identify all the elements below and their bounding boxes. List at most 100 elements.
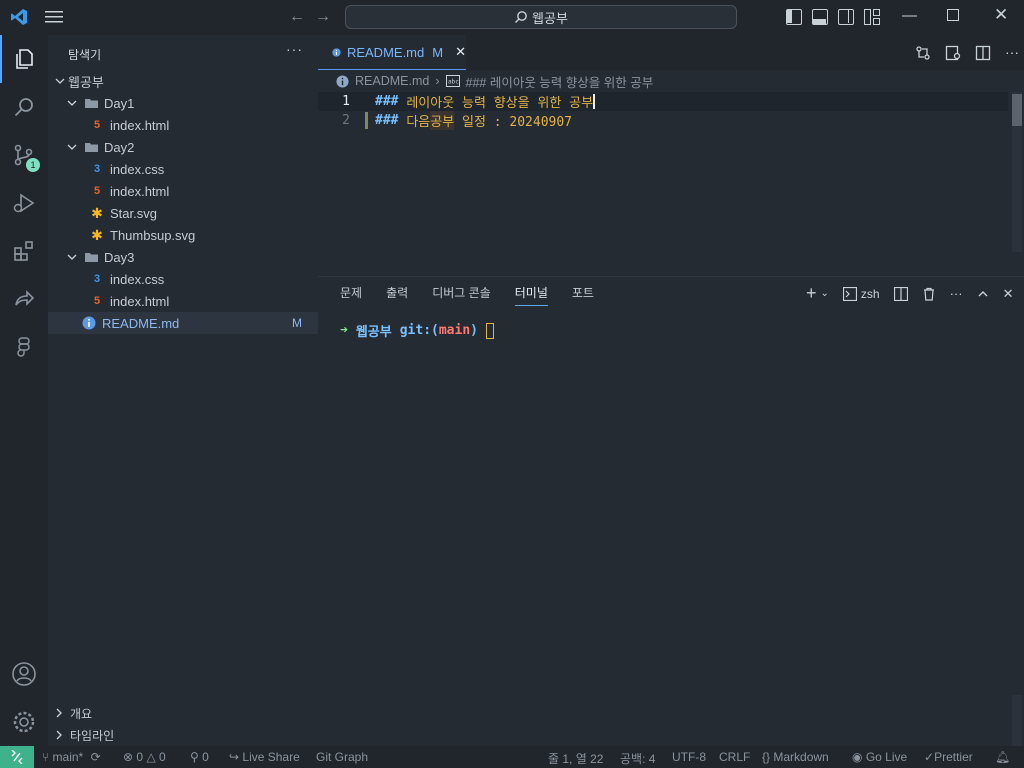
- tab-debug-console[interactable]: 디버그 콘솔: [432, 284, 491, 306]
- menu-icon[interactable]: [45, 10, 63, 24]
- breadcrumb-symbol[interactable]: ### 레이아웃 능력 향상을 위한 공부: [466, 72, 654, 91]
- tree-item-label: Star.svg: [110, 205, 157, 221]
- git-graph-status[interactable]: Git Graph: [316, 750, 368, 764]
- minimize-icon[interactable]: —: [902, 7, 917, 24]
- tree-file-index-css[interactable]: 3 index.css: [48, 268, 318, 290]
- split-editor-icon[interactable]: [975, 45, 991, 61]
- tab-problems[interactable]: 문제: [340, 284, 362, 306]
- modified-badge: M: [292, 316, 302, 330]
- branch-status[interactable]: ⑂ main* ⟳: [42, 750, 101, 764]
- prompt-git-close: ): [470, 323, 478, 338]
- code-editor[interactable]: 1 ### 레이아웃 능력 향상을 위한 공부 2 ### 다음 공부 일정 :…: [318, 92, 1024, 262]
- chevron-down-icon: [55, 78, 65, 84]
- toggle-secondary-sidebar-icon[interactable]: [838, 9, 854, 25]
- tree-file-thumbsup-svg[interactable]: ✱ Thumbsup.svg: [48, 224, 318, 246]
- terminal-cursor: [486, 322, 494, 339]
- account-icon[interactable]: [0, 650, 48, 698]
- toggle-primary-sidebar-icon[interactable]: [786, 9, 802, 25]
- tree-file-star-svg[interactable]: ✱ Star.svg: [48, 202, 318, 224]
- close-panel-icon[interactable]: ✕: [1003, 286, 1014, 302]
- tab-output[interactable]: 출력: [386, 284, 408, 306]
- folder-open-icon: [85, 253, 98, 262]
- sync-icon[interactable]: ⟳: [91, 750, 101, 764]
- explorer-sidebar: 탐색기 ··· 웹공부 Day1 5 index.html Day2 3 ind…: [48, 35, 318, 746]
- tree-file-index-html[interactable]: 5 index.html: [48, 114, 318, 136]
- editor-scrollbar-thumb[interactable]: [1012, 94, 1022, 126]
- prettier-status[interactable]: ✓Prettier: [924, 750, 973, 764]
- tree-folder-day1[interactable]: Day1: [48, 92, 318, 114]
- check-icon: ✓: [924, 750, 935, 764]
- heading-text: 다음: [406, 115, 431, 130]
- svg-file-icon: ✱: [91, 204, 103, 221]
- language-status[interactable]: {} Markdown: [762, 750, 829, 764]
- panel-scrollbar[interactable]: [1012, 695, 1022, 747]
- terminal-shell-selector[interactable]: zsh: [842, 286, 880, 301]
- panel-more-icon[interactable]: ···: [950, 286, 963, 301]
- tab-modified-indicator: M: [432, 44, 444, 60]
- figma-icon[interactable]: [0, 323, 48, 371]
- search-icon: [515, 11, 527, 23]
- remote-indicator[interactable]: [0, 746, 34, 768]
- scm-badge: 1: [26, 158, 40, 172]
- live-share-status[interactable]: ↪ Live Share: [229, 750, 300, 764]
- timeline-section[interactable]: 타임라인: [48, 724, 318, 746]
- prompt-git: git:(: [399, 323, 439, 338]
- problems-status[interactable]: ⊗ 0 △ 0: [123, 750, 166, 764]
- source-control-icon[interactable]: 1: [0, 131, 48, 179]
- new-terminal-icon[interactable]: +: [806, 283, 817, 304]
- trash-icon[interactable]: [922, 287, 936, 301]
- heading-text: 일정 : 20240907: [454, 115, 572, 130]
- eol-status[interactable]: CRLF: [719, 750, 750, 764]
- heading-text: 레이아웃 능력 향상을 위한 공부: [406, 96, 594, 111]
- chevron-right-icon: [56, 708, 62, 718]
- tab-terminal[interactable]: 터미널: [514, 284, 548, 306]
- split-terminal-icon[interactable]: [893, 286, 908, 301]
- chevron-right-icon: [56, 730, 62, 740]
- tree-file-readme[interactable]: README.md M: [48, 312, 318, 334]
- forward-arrow-icon[interactable]: →: [315, 8, 331, 26]
- explorer-icon[interactable]: [0, 35, 48, 83]
- encoding-status[interactable]: UTF-8: [672, 750, 706, 764]
- tab-readme[interactable]: README.md M ✕: [318, 35, 466, 70]
- tab-ports[interactable]: 포트: [572, 284, 594, 306]
- warning-icon: △: [146, 750, 156, 764]
- back-arrow-icon[interactable]: ←: [289, 8, 305, 26]
- open-preview-icon[interactable]: [945, 45, 961, 61]
- cursor-position[interactable]: 줄 1, 열 22: [548, 750, 603, 767]
- open-changes-icon[interactable]: [915, 45, 931, 61]
- command-center-search[interactable]: 웹공부: [345, 5, 737, 29]
- tree-file-index-css[interactable]: 3 index.css: [48, 158, 318, 180]
- tree-file-index-html[interactable]: 5 index.html: [48, 290, 318, 312]
- customize-layout-icon[interactable]: [864, 9, 880, 25]
- extensions-icon[interactable]: [0, 227, 48, 275]
- chevron-down-icon: [67, 144, 77, 150]
- tree-folder-day2[interactable]: Day2: [48, 136, 318, 158]
- maximize-panel-icon[interactable]: [977, 288, 989, 300]
- tree-file-index-html[interactable]: 5 index.html: [48, 180, 318, 202]
- go-live-status[interactable]: ◉ Go Live: [852, 750, 907, 764]
- ports-count: 0: [202, 750, 209, 764]
- notifications-bell-icon[interactable]: 🔔︎: [995, 750, 1010, 764]
- run-debug-icon[interactable]: [0, 179, 48, 227]
- terminal-prompt[interactable]: ➜ 웹공부 git:(main): [340, 321, 494, 340]
- close-icon[interactable]: ✕: [994, 5, 1008, 25]
- toggle-panel-icon[interactable]: [812, 9, 828, 25]
- tree-folder-day3[interactable]: Day3: [48, 246, 318, 268]
- indentation-status[interactable]: 공백: 4: [620, 750, 655, 767]
- search-icon[interactable]: [0, 83, 48, 131]
- editor-more-icon[interactable]: ···: [1005, 45, 1019, 61]
- settings-icon[interactable]: [0, 698, 48, 746]
- maximize-icon[interactable]: [947, 9, 959, 21]
- line-number: 2: [342, 113, 350, 128]
- chevron-down-icon[interactable]: ⌄: [821, 288, 829, 299]
- breadcrumb-file[interactable]: README.md: [355, 74, 429, 88]
- tab-close-icon[interactable]: ✕: [455, 44, 466, 60]
- outline-section[interactable]: 개요: [48, 702, 318, 724]
- live-share-icon[interactable]: [0, 275, 48, 323]
- tree-root-folder[interactable]: 웹공부: [48, 70, 318, 92]
- chevron-down-icon: [67, 254, 77, 260]
- tree-item-label: Day2: [104, 139, 135, 155]
- ports-status[interactable]: ⚲ 0: [190, 750, 209, 764]
- outline-label: 개요: [70, 706, 93, 721]
- more-actions-icon[interactable]: ···: [286, 41, 303, 57]
